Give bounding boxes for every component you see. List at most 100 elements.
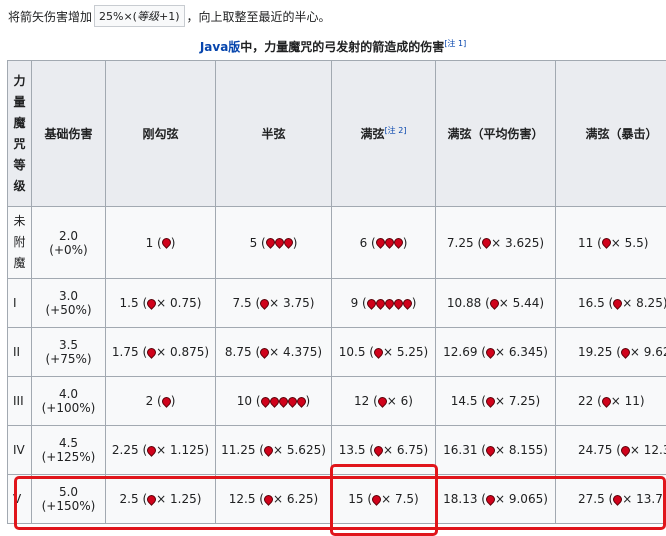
damage-table-wrapper[interactable]: 力 量 魔 咒 等 级 基础伤害 刚勾弦 半弦 满弦[注 2] 满弦（平均伤害）… bbox=[7, 60, 666, 534]
heart-icon bbox=[384, 298, 394, 308]
heart-icon bbox=[620, 347, 630, 357]
heart-icon bbox=[147, 445, 157, 455]
full-hearts: ( × 6.75) bbox=[369, 443, 428, 457]
tight-hearts: ( × 1.25) bbox=[142, 492, 201, 506]
row-avg: 18.13 ( × 9.065) bbox=[436, 475, 556, 524]
heart-icon bbox=[372, 494, 382, 504]
full-note-link[interactable]: [注 2] bbox=[385, 126, 407, 135]
row-base: 3.5(+75%) bbox=[32, 328, 106, 377]
heart-icon bbox=[147, 494, 157, 504]
header-full-crit: 满弦（暴击） bbox=[556, 61, 666, 207]
full-hearts: ( × 6) bbox=[373, 394, 413, 408]
heart-icon bbox=[486, 494, 496, 504]
row-half: 8.75 ( × 4.375) bbox=[216, 328, 332, 377]
heart-icon bbox=[613, 494, 623, 504]
table-row: I3.0(+50%)1.5 ( × 0.75)7.5 ( × 3.75)9 ()… bbox=[8, 279, 666, 328]
heart-icon bbox=[482, 238, 492, 248]
half-hearts: ( × 6.25) bbox=[259, 492, 318, 506]
crit-hearts: ( × 13.75) bbox=[609, 492, 666, 506]
heart-icon bbox=[265, 238, 275, 248]
formula-box: 25%×(等级+1) bbox=[94, 5, 184, 27]
half-hearts: () bbox=[256, 394, 310, 408]
row-full: 15 ( × 7.5) bbox=[332, 475, 436, 524]
row-level: V bbox=[8, 475, 32, 524]
intro-suffix: ，向上取整至最近的半心。 bbox=[187, 8, 331, 25]
row-tight: 1.75 ( × 0.875) bbox=[106, 328, 216, 377]
row-crit: 16.5 ( × 8.25) bbox=[556, 279, 666, 328]
heart-icon bbox=[601, 238, 611, 248]
half-hearts: () bbox=[261, 236, 297, 250]
half-hearts: ( × 5.625) bbox=[259, 443, 326, 457]
row-base: 2.0(+0%) bbox=[32, 207, 106, 279]
table-row: V5.0(+150%)2.5 ( × 1.25)12.5 ( × 6.25)15… bbox=[8, 475, 666, 524]
tight-hearts: ( × 0.875) bbox=[142, 345, 209, 359]
row-level: II bbox=[8, 328, 32, 377]
heart-icon bbox=[366, 298, 376, 308]
header-full-avg: 满弦（平均伤害） bbox=[436, 61, 556, 207]
heart-icon bbox=[147, 298, 157, 308]
heart-icon bbox=[287, 396, 297, 406]
heart-icon bbox=[489, 298, 499, 308]
heart-icon bbox=[377, 396, 387, 406]
heart-icon bbox=[283, 238, 293, 248]
header-tight: 刚勾弦 bbox=[106, 61, 216, 207]
row-half: 10 () bbox=[216, 377, 332, 426]
full-hearts: ( × 5.25) bbox=[369, 345, 428, 359]
heart-icon bbox=[613, 298, 623, 308]
heart-icon bbox=[161, 396, 171, 406]
heart-icon bbox=[260, 347, 270, 357]
heart-icon bbox=[601, 396, 611, 406]
heart-icon bbox=[374, 445, 384, 455]
tight-hearts: () bbox=[157, 394, 175, 408]
row-base: 3.0(+50%) bbox=[32, 279, 106, 328]
row-crit: 24.75 ( × 12.375) bbox=[556, 426, 666, 475]
row-avg: 7.25 ( × 3.625) bbox=[436, 207, 556, 279]
heart-icon bbox=[375, 298, 385, 308]
avg-hearts: ( × 5.44) bbox=[485, 296, 544, 310]
row-crit: 22 ( × 11) bbox=[556, 377, 666, 426]
row-full: 9 () bbox=[332, 279, 436, 328]
row-half: 7.5 ( × 3.75) bbox=[216, 279, 332, 328]
row-full: 6 () bbox=[332, 207, 436, 279]
row-full: 10.5 ( × 5.25) bbox=[332, 328, 436, 377]
row-crit: 19.25 ( × 9.625) bbox=[556, 328, 666, 377]
row-tight: 2 () bbox=[106, 377, 216, 426]
heart-icon bbox=[264, 494, 274, 504]
damage-table: 力 量 魔 咒 等 级 基础伤害 刚勾弦 半弦 满弦[注 2] 满弦（平均伤害）… bbox=[7, 60, 666, 524]
heart-icon bbox=[296, 396, 306, 406]
avg-hearts: ( × 6.345) bbox=[481, 345, 548, 359]
heart-icon bbox=[161, 238, 171, 248]
heart-icon bbox=[402, 298, 412, 308]
row-full: 12 ( × 6) bbox=[332, 377, 436, 426]
tight-hearts: ( × 1.125) bbox=[142, 443, 209, 457]
table-row: II3.5(+75%)1.75 ( × 0.875)8.75 ( × 4.375… bbox=[8, 328, 666, 377]
heart-icon bbox=[264, 445, 274, 455]
table-row: 未附魔2.0(+0%)1 ()5 ()6 ()7.25 ( × 3.625)11… bbox=[8, 207, 666, 279]
crit-hearts: ( × 9.625) bbox=[616, 345, 666, 359]
row-level: III bbox=[8, 377, 32, 426]
table-row: IV4.5(+125%)2.25 ( × 1.125)11.25 ( × 5.6… bbox=[8, 426, 666, 475]
crit-hearts: ( × 5.5) bbox=[597, 236, 648, 250]
java-edition-link[interactable]: Java版 bbox=[200, 40, 240, 54]
table-row: III4.0(+100%)2 ()10 ()12 ( × 6)14.5 ( × … bbox=[8, 377, 666, 426]
heart-icon bbox=[374, 347, 384, 357]
avg-hearts: ( × 9.065) bbox=[481, 492, 548, 506]
row-tight: 2.25 ( × 1.125) bbox=[106, 426, 216, 475]
row-level: IV bbox=[8, 426, 32, 475]
full-hearts: () bbox=[371, 236, 407, 250]
row-crit: 27.5 ( × 13.75) bbox=[556, 475, 666, 524]
row-avg: 16.31 ( × 8.155) bbox=[436, 426, 556, 475]
crit-hearts: ( × 8.25) bbox=[609, 296, 666, 310]
row-avg: 14.5 ( × 7.25) bbox=[436, 377, 556, 426]
avg-hearts: ( × 8.155) bbox=[481, 443, 548, 457]
heart-icon bbox=[486, 396, 496, 406]
header-base: 基础伤害 bbox=[32, 61, 106, 207]
heart-icon bbox=[269, 396, 279, 406]
heart-icon bbox=[393, 298, 403, 308]
row-half: 5 () bbox=[216, 207, 332, 279]
row-base: 4.0(+100%) bbox=[32, 377, 106, 426]
tight-hearts: ( × 0.75) bbox=[142, 296, 201, 310]
caption-note-link[interactable]: [注 1] bbox=[444, 39, 466, 48]
row-full: 13.5 ( × 6.75) bbox=[332, 426, 436, 475]
tight-hearts: () bbox=[157, 236, 175, 250]
